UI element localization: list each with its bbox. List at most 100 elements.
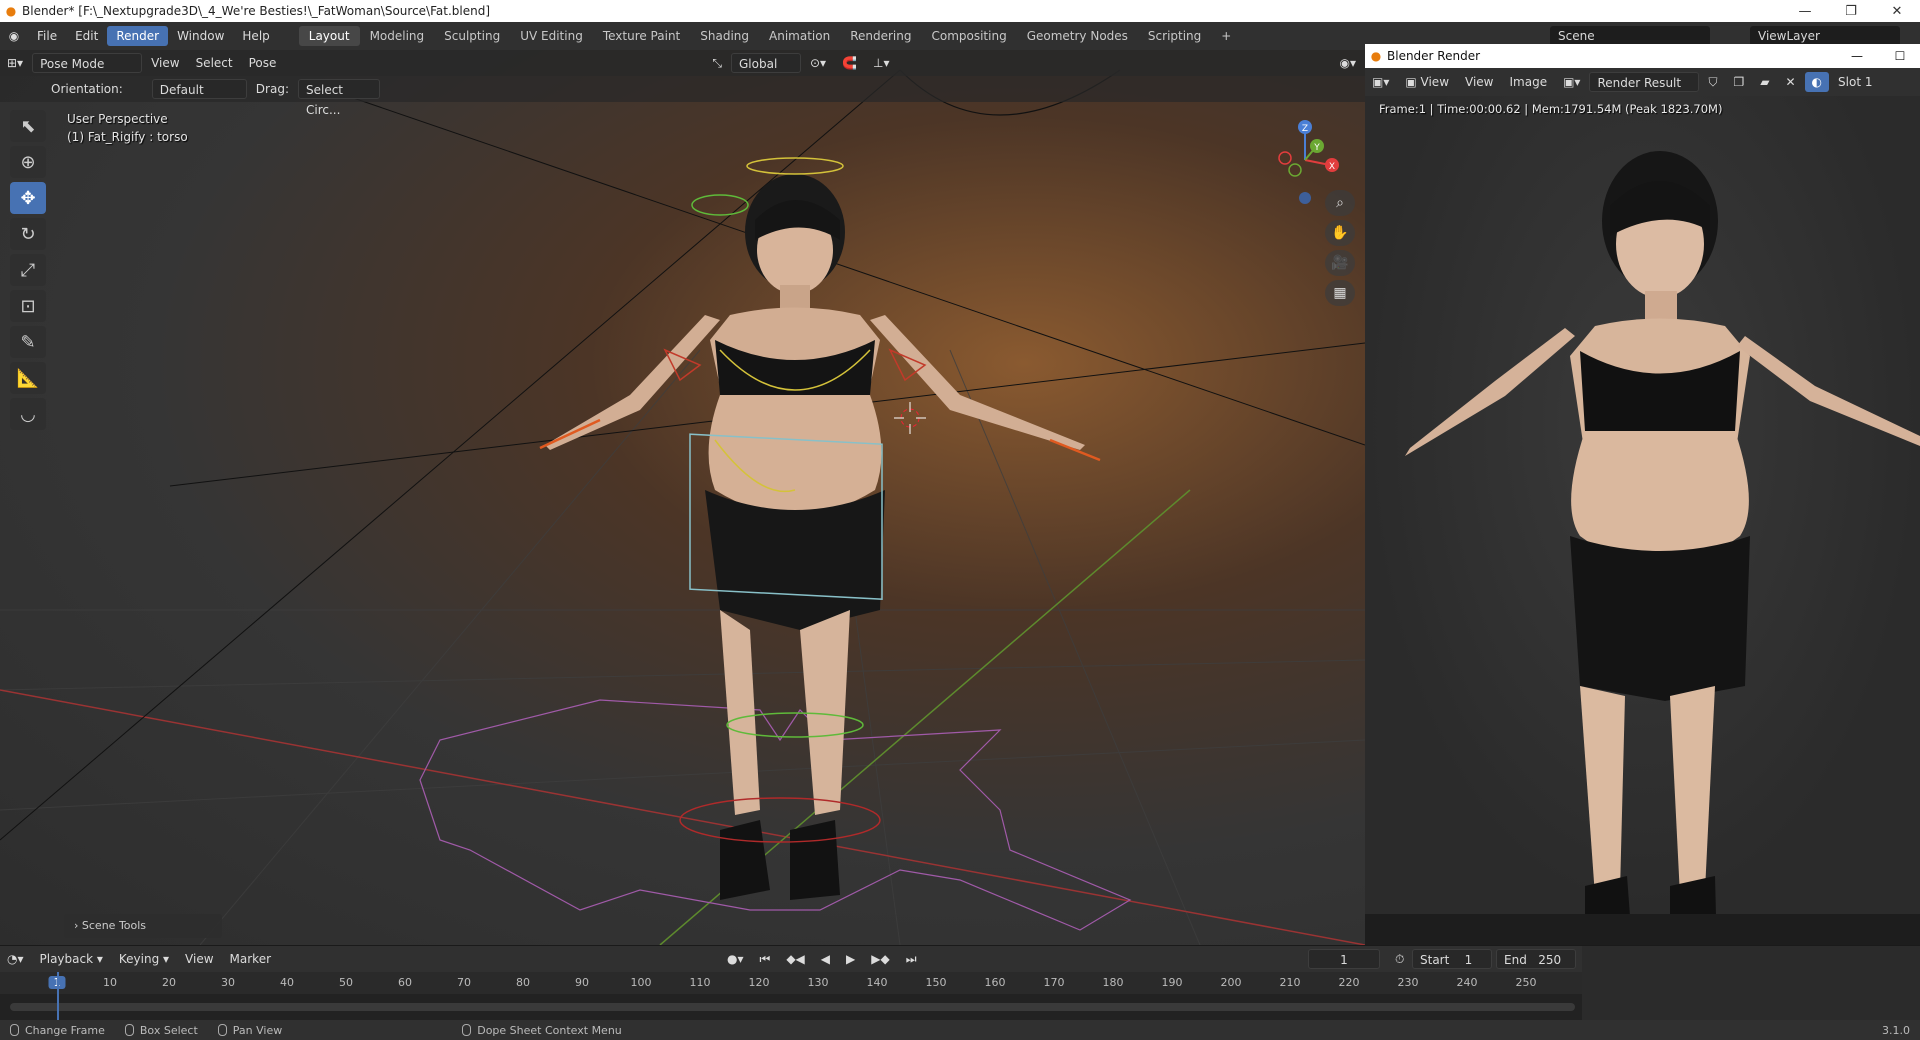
restore-button[interactable]: ❐ [1828, 4, 1874, 19]
play-reverse-icon[interactable]: ◀ [814, 949, 837, 969]
svg-text:Y: Y [1313, 143, 1320, 153]
3d-viewport[interactable]: ⊞▾ Pose Mode View Select Pose ⤡ Global ⊙… [0, 50, 1365, 945]
chevron-right-icon: › [74, 919, 82, 932]
image-view-menu[interactable]: ▣ View [1398, 72, 1456, 92]
tab-geometry-nodes[interactable]: Geometry Nodes [1017, 26, 1138, 46]
record-keyframe-icon[interactable]: ●▾ [720, 949, 751, 969]
menu-view[interactable]: View [178, 949, 220, 969]
render-result-canvas[interactable]: Frame:1 | Time:00:00.62 | Mem:1791.54M (… [1365, 96, 1920, 914]
move-tool-icon[interactable]: ✥ [10, 182, 46, 214]
frame-tick: 150 [925, 976, 947, 989]
x-axis-line [0, 689, 1365, 945]
tab-uv-editing[interactable]: UV Editing [510, 26, 593, 46]
visibility-icon[interactable]: ◉▾ [1333, 53, 1364, 73]
annotate-tool-icon[interactable]: ✎ [10, 326, 46, 358]
add-workspace-button[interactable]: + [1211, 26, 1241, 46]
cursor-tool-icon[interactable]: ⊕ [10, 146, 46, 178]
render-window: ● Blender Render — ☐ ▣▾ ▣ View View Imag… [1365, 44, 1920, 914]
jump-next-keyframe-icon[interactable]: ▶◆ [864, 949, 896, 969]
open-image-icon[interactable]: ▰ [1753, 72, 1776, 92]
tab-rendering[interactable]: Rendering [840, 26, 921, 46]
frame-tick: 10 [103, 976, 117, 989]
snap-target-icon[interactable]: ⊥▾ [866, 53, 896, 73]
menu-image[interactable]: Image [1503, 72, 1555, 92]
frame-tick: 140 [866, 976, 888, 989]
bone-envelope-tool-icon[interactable]: ◡ [10, 398, 46, 430]
viewport-scene [0, 69, 1365, 945]
jump-prev-keyframe-icon[interactable]: ◆◀ [779, 949, 811, 969]
jump-start-icon[interactable]: ⏮ [753, 949, 778, 969]
menu-edit[interactable]: Edit [66, 26, 107, 46]
fake-user-icon[interactable]: ⛉ [1701, 72, 1724, 92]
editor-type-icon[interactable]: ⊞▾ [0, 53, 30, 73]
measure-tool-icon[interactable]: 📐 [10, 362, 46, 394]
tab-shading[interactable]: Shading [690, 26, 759, 46]
timeline-scrollbar[interactable] [10, 1003, 1575, 1011]
playhead[interactable] [57, 972, 59, 1020]
snap-icon[interactable]: 🧲 [835, 53, 864, 73]
menu-view[interactable]: View [144, 53, 186, 73]
scene-selector[interactable]: Scene [1550, 26, 1710, 46]
close-button[interactable]: ✕ [1874, 4, 1920, 19]
select-tool-icon[interactable]: ⬉ [10, 110, 46, 142]
editor-type-icon[interactable]: ▣▾ [1365, 72, 1396, 92]
jump-end-icon[interactable]: ⏭ [899, 949, 924, 969]
menu-help[interactable]: Help [233, 26, 278, 46]
menu-file[interactable]: File [28, 26, 66, 46]
image-icon: ▣ [1405, 75, 1421, 89]
play-icon[interactable]: ▶ [839, 949, 862, 969]
render-minimize-button[interactable]: — [1834, 49, 1880, 63]
transform-orientation-selector[interactable]: Global [731, 53, 801, 73]
new-image-icon[interactable]: ❐ [1726, 72, 1751, 92]
start-frame-field[interactable]: Start 1 [1412, 949, 1492, 969]
pan-hand-icon[interactable]: ✋ [1325, 220, 1355, 246]
tab-texture-paint[interactable]: Texture Paint [593, 26, 690, 46]
frame-tick: 190 [1161, 976, 1183, 989]
frame-tick: 90 [575, 976, 589, 989]
menu-playback[interactable]: Playback ▾ [33, 949, 110, 969]
menu-window[interactable]: Window [168, 26, 233, 46]
zoom-icon[interactable]: ⌕ [1325, 190, 1355, 216]
frame-tick: 200 [1220, 976, 1242, 989]
tab-scripting[interactable]: Scripting [1138, 26, 1211, 46]
render-maximize-button[interactable]: ☐ [1880, 49, 1920, 63]
menu-view[interactable]: View [1458, 72, 1500, 92]
blender-menu-icon[interactable]: ◉ [0, 29, 28, 43]
unlink-icon[interactable]: ✕ [1778, 72, 1802, 92]
status-box-select: Box Select [124, 1024, 198, 1037]
menu-select[interactable]: Select [189, 53, 240, 73]
timeline-track-area[interactable] [0, 994, 1582, 1021]
tab-sculpting[interactable]: Sculpting [434, 26, 510, 46]
transform-tool-icon[interactable]: ⊡ [10, 290, 46, 322]
scale-tool-icon[interactable]: ⤢ [10, 254, 46, 286]
current-frame-field[interactable]: 1 [1308, 949, 1380, 969]
editor-type-icon[interactable]: ◔▾ [0, 949, 31, 969]
mode-selector[interactable]: Pose Mode [32, 53, 143, 73]
perspective-grid-icon[interactable]: ▦ [1325, 280, 1355, 306]
timeline-ruler[interactable]: 1 10 20 30 40 50 60 70 80 90 100 110 120… [0, 972, 1582, 994]
tab-modeling[interactable]: Modeling [360, 26, 435, 46]
display-channels-icon[interactable]: ◐ [1804, 72, 1830, 92]
frame-tick: 30 [221, 976, 235, 989]
menu-marker[interactable]: Marker [223, 949, 278, 969]
rotate-tool-icon[interactable]: ↻ [10, 218, 46, 250]
drag-selector[interactable]: Select Circ... [297, 79, 380, 117]
slot-selector[interactable]: Slot 1 [1831, 72, 1879, 92]
tool-shelf: ⬉ ⊕ ✥ ↻ ⤢ ⊡ ✎ 📐 ◡ [10, 110, 46, 430]
scene-tools-panel[interactable]: › Scene Tools [64, 914, 222, 938]
orientation-selector[interactable]: Default [151, 79, 247, 99]
minimize-button[interactable]: — [1782, 4, 1828, 19]
menu-render[interactable]: Render [107, 26, 169, 46]
pivot-point-icon[interactable]: ⊙▾ [803, 53, 833, 73]
tab-compositing[interactable]: Compositing [921, 26, 1016, 46]
tab-animation[interactable]: Animation [759, 26, 840, 46]
end-frame-field[interactable]: End 250 [1496, 949, 1576, 969]
image-browse-icon[interactable]: ▣▾ [1556, 72, 1587, 92]
image-name-field[interactable]: Render Result [1589, 72, 1700, 92]
tab-layout[interactable]: Layout [298, 26, 360, 46]
stopwatch-icon[interactable]: ⏱ [1388, 949, 1411, 969]
menu-pose[interactable]: Pose [242, 53, 284, 73]
menu-keying[interactable]: Keying ▾ [112, 949, 176, 969]
viewlayer-selector[interactable]: ViewLayer [1750, 26, 1900, 46]
camera-view-icon[interactable]: 🎥 [1325, 250, 1355, 276]
